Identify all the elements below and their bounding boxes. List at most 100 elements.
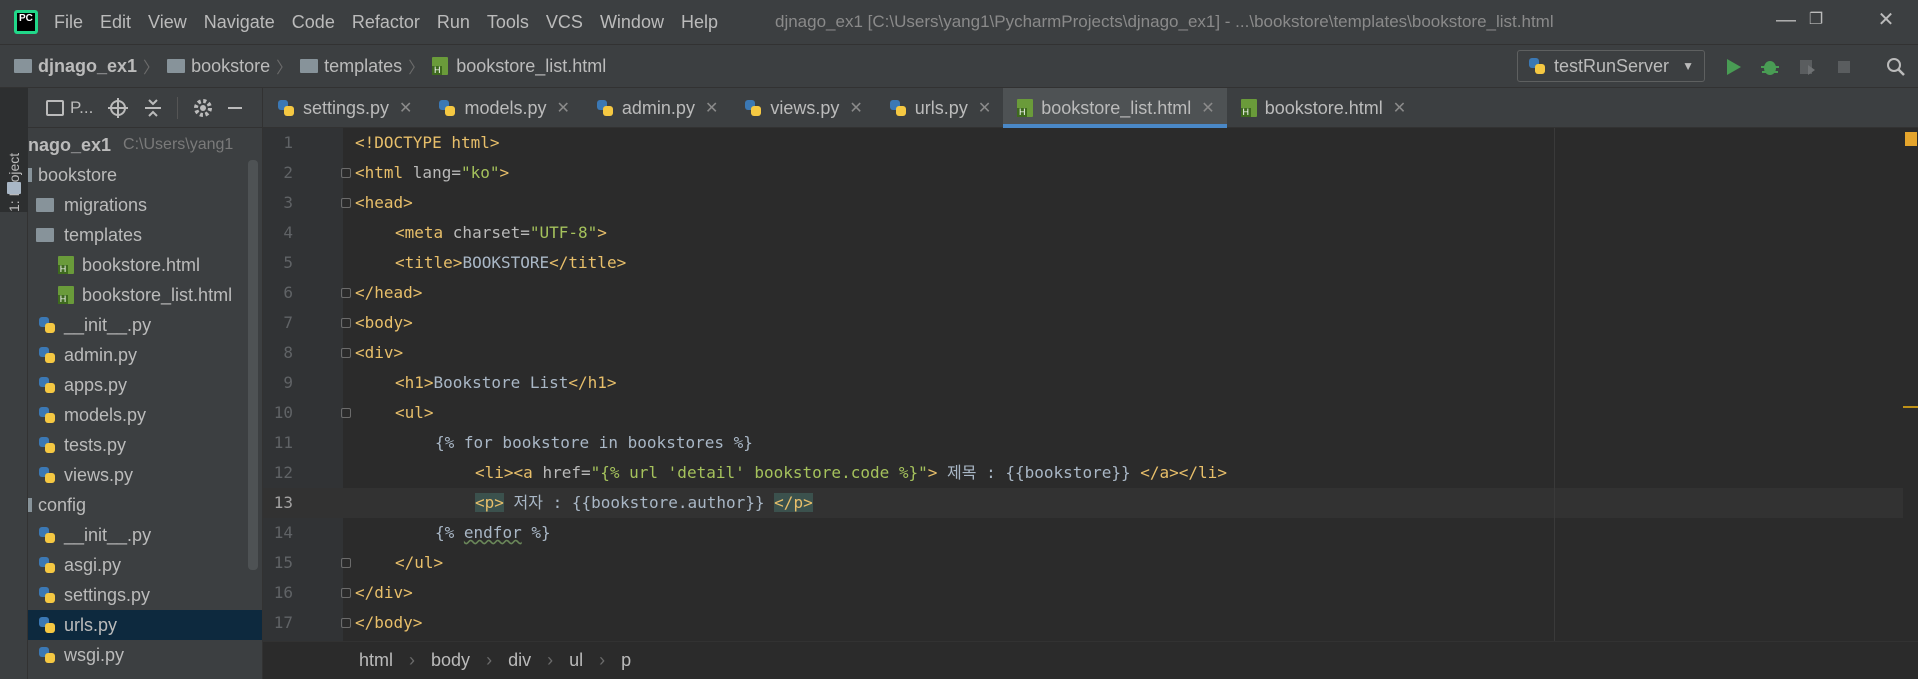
run-icon[interactable]	[1723, 57, 1743, 77]
tree-item-settings-py[interactable]: settings.py	[28, 580, 262, 610]
tree-item-apps-py[interactable]: apps.py	[28, 370, 262, 400]
code-line[interactable]: 2 <html lang="ko">	[263, 158, 1918, 188]
tree-item-migrations[interactable]: migrations	[28, 190, 262, 220]
code-line[interactable]: 1 <!DOCTYPE html>	[263, 128, 1918, 158]
hide-panel-icon[interactable]	[228, 106, 243, 109]
tree-item-asgi-py[interactable]: asgi.py	[28, 550, 262, 580]
editor-scrollbar[interactable]	[1903, 128, 1918, 641]
tab-settings-py[interactable]: settings.py ✕	[263, 88, 424, 128]
debug-icon[interactable]	[1760, 57, 1780, 77]
project-panel-scrollbar[interactable]	[248, 160, 258, 570]
project-tool-tab[interactable]: 1: Project	[0, 88, 28, 212]
tree-item-wsgi-py[interactable]: wsgi.py	[28, 640, 262, 670]
close-tab-icon[interactable]: ✕	[1201, 98, 1214, 118]
menu-window[interactable]: Window	[600, 12, 664, 33]
tree-item-models-py[interactable]: models.py	[28, 400, 262, 430]
close-tab-icon[interactable]: ✕	[978, 98, 991, 118]
code-editor[interactable]: 1 <!DOCTYPE html> 2 <html lang="ko"> 3 <hea…	[263, 128, 1918, 641]
html-file-icon	[58, 286, 74, 304]
tab-bookstore-list-html[interactable]: bookstore_list.html ✕	[1003, 88, 1228, 128]
tab-bookstore-html[interactable]: bookstore.html ✕	[1227, 88, 1418, 128]
tree-item-urls-py[interactable]: urls.py	[28, 610, 262, 640]
restore-icon[interactable]: ❐	[1804, 8, 1828, 32]
tree-item-views-py[interactable]: views.py	[28, 460, 262, 490]
breadcrumb-file[interactable]: bookstore_list.html	[456, 56, 606, 77]
menu-file[interactable]: File	[54, 12, 83, 33]
python-file-icon	[38, 586, 56, 604]
menu-code[interactable]: Code	[292, 12, 335, 33]
breadcrumb-templates[interactable]: templates	[324, 56, 402, 77]
code-line[interactable]: 17 </body>	[263, 608, 1918, 638]
close-tab-icon[interactable]: ✕	[705, 98, 718, 118]
gear-icon[interactable]	[192, 97, 214, 119]
tree-item-bookstore-html[interactable]: bookstore.html	[28, 250, 262, 280]
breadcrumb-project[interactable]: djnago_ex1	[38, 56, 137, 77]
tree-item-admin-py[interactable]: admin.py	[28, 340, 262, 370]
breadcrumb-div[interactable]: div	[508, 650, 531, 671]
close-tab-icon[interactable]: ✕	[399, 98, 412, 118]
close-tab-icon[interactable]: ✕	[557, 98, 570, 118]
collapse-all-icon[interactable]	[143, 98, 163, 118]
code-line-current[interactable]: 13 <p> 저자 : {{bookstore.author}} </p>	[263, 488, 1918, 518]
tab-urls-py[interactable]: urls.py ✕	[875, 88, 1003, 128]
minimize-icon[interactable]: —	[1774, 8, 1798, 32]
stop-icon[interactable]	[1834, 57, 1854, 77]
fold-marker-icon[interactable]	[341, 348, 351, 358]
code-line[interactable]: 10 <ul>	[263, 398, 1918, 428]
menu-refactor[interactable]: Refactor	[352, 12, 420, 33]
fold-marker-icon[interactable]	[341, 588, 351, 598]
code-line[interactable]: 9 <h1>Bookstore List</h1>	[263, 368, 1918, 398]
fold-marker-icon[interactable]	[341, 318, 351, 328]
menu-help[interactable]: Help	[681, 12, 718, 33]
code-line[interactable]: 8 <div>	[263, 338, 1918, 368]
code-line[interactable]: 7 <body>	[263, 308, 1918, 338]
code-line[interactable]: 14 {% endfor %}	[263, 518, 1918, 548]
run-configuration-dropdown[interactable]: testRunServer ▼	[1517, 50, 1705, 82]
code-line[interactable]: 5 <title>BOOKSTORE</title>	[263, 248, 1918, 278]
fold-marker-icon[interactable]	[341, 198, 351, 208]
tree-item-templates[interactable]: templates	[28, 220, 262, 250]
code-line[interactable]: 15 </ul>	[263, 548, 1918, 578]
code-line[interactable]: 4 <meta charset="UTF-8">	[263, 218, 1918, 248]
code-line[interactable]: 3 <head>	[263, 188, 1918, 218]
menu-navigate[interactable]: Navigate	[204, 12, 275, 33]
breadcrumb-p[interactable]: p	[621, 650, 631, 671]
tab-admin-py[interactable]: admin.py ✕	[582, 88, 730, 128]
tab-views-py[interactable]: views.py ✕	[730, 88, 874, 128]
fold-marker-icon[interactable]	[341, 288, 351, 298]
tree-item-config[interactable]: config	[28, 490, 262, 520]
menu-tools[interactable]: Tools	[487, 12, 529, 33]
tree-item-init-py[interactable]: __init__.py	[28, 310, 262, 340]
close-window-icon[interactable]: ✕	[1874, 8, 1898, 32]
fold-marker-icon[interactable]	[341, 558, 351, 568]
breadcrumb-body[interactable]: body	[431, 650, 470, 671]
run-with-coverage-icon[interactable]	[1797, 57, 1817, 77]
code-line[interactable]: 16 </div>	[263, 578, 1918, 608]
close-tab-icon[interactable]: ✕	[849, 98, 862, 118]
menu-vcs[interactable]: VCS	[546, 12, 583, 33]
tab-models-py[interactable]: models.py ✕	[424, 88, 581, 128]
fold-marker-icon[interactable]	[341, 618, 351, 628]
code-line[interactable]: 6 </head>	[263, 278, 1918, 308]
fold-marker-icon[interactable]	[341, 408, 351, 418]
breadcrumb-html[interactable]: html	[359, 650, 393, 671]
menu-run[interactable]: Run	[437, 12, 470, 33]
breadcrumb-bookstore[interactable]: bookstore	[191, 56, 270, 77]
tree-root[interactable]: nago_ex1 C:\Users\yang1	[28, 130, 262, 160]
tree-item-config-init-py[interactable]: __init__.py	[28, 520, 262, 550]
menu-edit[interactable]: Edit	[100, 12, 131, 33]
tree-item-bookstore-list-html[interactable]: bookstore_list.html	[28, 280, 262, 310]
warning-indicator-icon[interactable]	[1905, 132, 1917, 146]
search-icon[interactable]	[1886, 57, 1906, 77]
locate-file-icon[interactable]	[107, 97, 129, 119]
code-line[interactable]: 11 {% for bookstore in bookstores %}	[263, 428, 1918, 458]
code-line[interactable]: 12 <li><a href="{% url 'detail' bookstore…	[263, 458, 1918, 488]
menu-view[interactable]: View	[148, 12, 187, 33]
project-view-icon[interactable]	[46, 99, 64, 116]
close-tab-icon[interactable]: ✕	[1393, 98, 1406, 118]
fold-marker-icon[interactable]	[341, 168, 351, 178]
tree-item-tests-py[interactable]: tests.py	[28, 430, 262, 460]
project-view-selector[interactable]: P...	[70, 98, 93, 118]
breadcrumb-ul[interactable]: ul	[569, 650, 583, 671]
tree-item-bookstore[interactable]: bookstore	[28, 160, 262, 190]
